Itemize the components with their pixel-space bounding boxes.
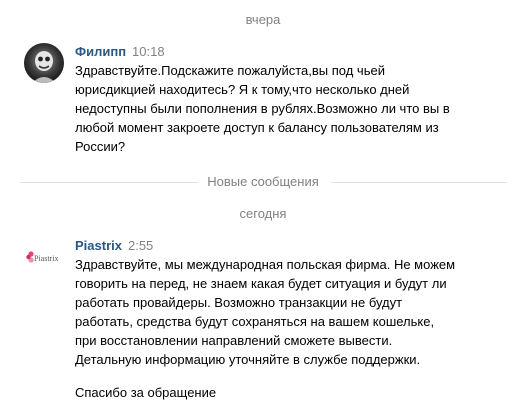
- date-separator-today: сегодня: [239, 206, 287, 221]
- logo-text: Piastrix: [34, 254, 58, 263]
- message-author[interactable]: Филипп: [75, 44, 126, 59]
- user-avatar-photo-icon[interactable]: [24, 43, 64, 83]
- piastrix-logo-icon[interactable]: Piastrix: [24, 237, 64, 277]
- message-time[interactable]: 2:55: [128, 238, 153, 253]
- message-text: Здравствуйте.Подскажите пожалуйста,вы по…: [75, 63, 450, 154]
- message-time[interactable]: 10:18: [132, 44, 165, 59]
- new-messages-separator: Новые сообщения: [0, 174, 526, 190]
- separator-line: [331, 182, 507, 183]
- message-text: Здравствуйте, мы международная польская …: [75, 257, 456, 367]
- message-text-closing: Спасибо за обращение: [75, 385, 217, 400]
- date-separator-yesterday: вчера: [245, 12, 281, 27]
- message-author[interactable]: Piastrix: [75, 238, 122, 253]
